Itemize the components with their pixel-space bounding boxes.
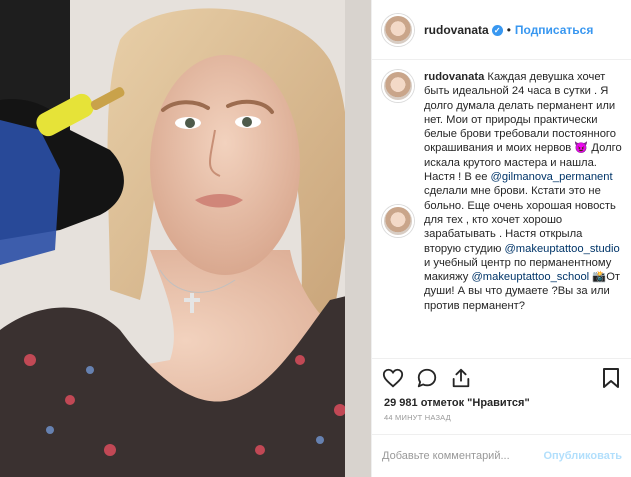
add-comment-bar: Опубликовать (372, 434, 631, 477)
caption-comment: rudovanata Каждая девушка хочет быть иде… (382, 70, 622, 313)
bookmark-icon[interactable] (602, 367, 620, 389)
mention-link[interactable]: @makeuptattoo_school (471, 271, 589, 283)
action-bar (372, 358, 631, 394)
avatar[interactable] (382, 205, 414, 237)
emoji: 📸 (592, 271, 607, 284)
likes-count[interactable]: 29 981 отметок "Нравится" (384, 397, 530, 409)
mention-link[interactable]: @gilmanova_permanent (491, 171, 613, 183)
comment-icon[interactable] (416, 367, 438, 389)
separator-dot: • (506, 22, 511, 37)
post-sidebar: rudovanata ✓ • Подписаться rudovanata Каж… (371, 0, 631, 477)
post-photo[interactable] (0, 0, 371, 477)
avatar[interactable] (382, 70, 414, 102)
comment-input[interactable] (382, 450, 544, 462)
avatar[interactable] (382, 13, 414, 46)
caption-text: rudovanata Каждая девушка хочет быть иде… (424, 70, 622, 313)
post-header: rudovanata ✓ • Подписаться (372, 0, 631, 60)
caption-username[interactable]: rudovanata (424, 71, 484, 83)
follow-button[interactable]: Подписаться (515, 23, 593, 37)
heart-icon[interactable] (382, 367, 404, 389)
publish-button[interactable]: Опубликовать (543, 450, 622, 462)
mention-link[interactable]: @makeuptattoo_studio (504, 243, 619, 255)
emoji: 😈 (574, 142, 589, 155)
username-link[interactable]: rudovanata ✓ (424, 23, 503, 37)
share-icon[interactable] (450, 367, 472, 389)
post-image (0, 0, 371, 477)
comments-area: rudovanata Каждая девушка хочет быть иде… (372, 60, 631, 358)
verified-icon: ✓ (491, 24, 503, 36)
post-timestamp[interactable]: 44 МИНУТ НАЗАД (384, 413, 451, 422)
